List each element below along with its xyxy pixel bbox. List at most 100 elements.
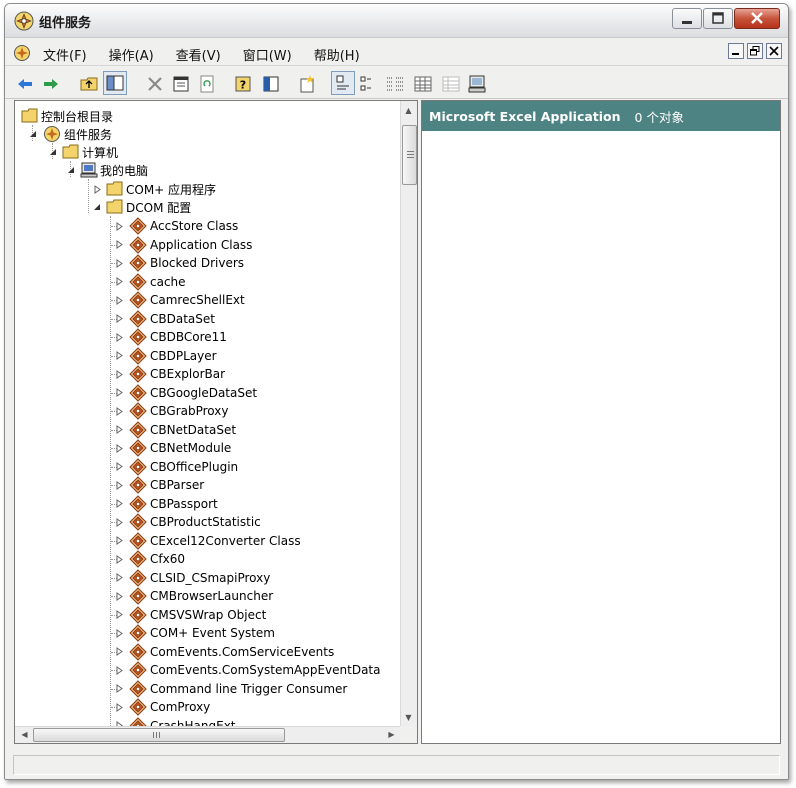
- expand-arrow-icon[interactable]: [93, 184, 102, 194]
- expand-arrow-icon[interactable]: [115, 332, 124, 342]
- expand-arrow-icon[interactable]: [115, 406, 124, 416]
- child-restore-button[interactable]: [747, 43, 763, 59]
- expand-arrow-icon[interactable]: [115, 536, 124, 545]
- menu-view[interactable]: 查看(V): [176, 45, 221, 64]
- expand-arrow-icon[interactable]: [115, 240, 124, 249]
- expand-arrow-icon[interactable]: [115, 221, 124, 231]
- dcom-item[interactable]: AccStore Class: [115, 217, 240, 235]
- expand-arrow-icon[interactable]: [115, 388, 124, 397]
- refresh-icon[interactable]: [197, 74, 217, 94]
- dcom-item[interactable]: CamrecShellExt: [115, 291, 247, 309]
- delete-icon[interactable]: [145, 74, 165, 94]
- expand-arrow-icon[interactable]: [115, 684, 124, 693]
- dcom-item[interactable]: Application Class: [115, 235, 254, 254]
- close-button[interactable]: [734, 8, 780, 29]
- expand-arrow-icon[interactable]: [115, 702, 124, 712]
- expand-arrow-icon[interactable]: [115, 554, 124, 564]
- dcom-item[interactable]: CBDPLayer: [115, 346, 219, 365]
- minimize-button[interactable]: [672, 8, 702, 29]
- scroll-left-arrow-icon[interactable]: ◀: [17, 727, 32, 742]
- maximize-button[interactable]: [703, 8, 733, 29]
- tree-item-computers[interactable]: 计算机: [49, 143, 120, 161]
- collapse-arrow-icon[interactable]: [29, 130, 38, 139]
- expand-arrow-icon[interactable]: [115, 591, 124, 601]
- collapse-arrow-icon[interactable]: [49, 148, 58, 157]
- expand-arrow-icon[interactable]: [115, 647, 124, 656]
- dcom-item[interactable]: CBNetDataSet: [115, 420, 238, 439]
- expand-arrow-icon[interactable]: [115, 499, 124, 508]
- expand-arrow-icon[interactable]: [115, 314, 124, 323]
- expand-arrow-icon[interactable]: [115, 517, 124, 527]
- detail-view-icon[interactable]: [413, 74, 433, 94]
- tree-item-root[interactable]: 控制台根目录: [21, 107, 115, 125]
- expand-arrow-icon[interactable]: [115, 425, 124, 434]
- back-arrow-icon[interactable]: [15, 74, 35, 94]
- menu-action[interactable]: 操作(A): [109, 45, 154, 64]
- expand-arrow-icon[interactable]: [115, 480, 124, 490]
- child-minimize-button[interactable]: [728, 43, 744, 59]
- large-icons-button[interactable]: [331, 71, 355, 95]
- tree-item-component-services[interactable]: 组件服务: [29, 125, 114, 143]
- computer-icon[interactable]: [467, 74, 487, 94]
- forward-arrow-icon[interactable]: [41, 74, 61, 94]
- small-icons-icon[interactable]: [359, 74, 379, 94]
- menu-help[interactable]: 帮助(H): [314, 45, 360, 64]
- expand-arrow-icon[interactable]: [115, 665, 124, 675]
- expand-arrow-icon[interactable]: [115, 462, 124, 471]
- new-icon[interactable]: [297, 74, 317, 94]
- horizontal-scroll-thumb[interactable]: [33, 728, 285, 742]
- scroll-up-arrow-icon[interactable]: ▲: [401, 103, 416, 118]
- expand-arrow-icon[interactable]: [115, 258, 124, 268]
- scroll-down-arrow-icon[interactable]: ▼: [401, 710, 416, 725]
- expand-arrow-icon[interactable]: [115, 277, 124, 286]
- details-pane[interactable]: Microsoft Excel Application 0 个对象: [421, 100, 781, 744]
- properties-icon[interactable]: [171, 74, 191, 94]
- dcom-item[interactable]: CBParser: [115, 476, 206, 494]
- dcom-item[interactable]: COM+ Event System: [115, 624, 277, 642]
- title-bar[interactable]: 组件服务: [5, 4, 788, 38]
- expand-arrow-icon[interactable]: [115, 295, 124, 305]
- dcom-item[interactable]: CBGoogleDataSet: [115, 383, 259, 402]
- scroll-right-arrow-icon[interactable]: ▶: [384, 727, 399, 742]
- tree-horizontal-scrollbar[interactable]: ◀ ▶: [15, 726, 401, 743]
- expand-arrow-icon[interactable]: [115, 369, 124, 379]
- dcom-item[interactable]: Blocked Drivers: [115, 254, 246, 272]
- dcom-item[interactable]: CBPassport: [115, 494, 220, 513]
- expand-arrow-icon[interactable]: [115, 610, 124, 619]
- dcom-item[interactable]: ComProxy: [115, 698, 212, 716]
- tree-item-com-apps[interactable]: COM+ 应用程序: [93, 180, 218, 198]
- menu-window[interactable]: 窗口(W): [243, 45, 292, 64]
- help-icon[interactable]: ?: [233, 74, 253, 94]
- vertical-scroll-thumb[interactable]: [402, 125, 417, 185]
- dcom-item[interactable]: cache: [115, 272, 188, 291]
- console-icon[interactable]: [13, 44, 31, 62]
- expand-arrow-icon[interactable]: [115, 573, 124, 582]
- up-folder-icon[interactable]: [79, 74, 99, 94]
- list-view-icon[interactable]: [385, 74, 405, 94]
- export-icon[interactable]: [261, 74, 281, 94]
- collapse-arrow-icon[interactable]: [93, 203, 102, 212]
- dcom-item[interactable]: CMBrowserLauncher: [115, 587, 275, 605]
- dcom-item[interactable]: CLSID_CSmapiProxy: [115, 568, 272, 587]
- dcom-item[interactable]: Command line Trigger Consumer: [115, 679, 349, 698]
- dcom-item[interactable]: ComEvents.ComServiceEvents: [115, 642, 336, 661]
- tree-vertical-scrollbar[interactable]: ▲ ▼: [400, 101, 417, 727]
- dcom-item[interactable]: CBDataSet: [115, 309, 217, 328]
- dcom-item[interactable]: CBGrabProxy: [115, 402, 230, 420]
- child-close-button[interactable]: [766, 43, 782, 59]
- expand-arrow-icon[interactable]: [115, 628, 124, 638]
- dcom-item[interactable]: ComEvents.ComSystemAppEventData: [115, 661, 382, 679]
- tree-item-my-computer[interactable]: 我的电脑: [67, 161, 150, 179]
- menu-file[interactable]: 文件(F): [43, 45, 87, 64]
- dcom-item[interactable]: CBProductStatistic: [115, 513, 263, 531]
- dcom-item[interactable]: CBDBCore11: [115, 328, 229, 346]
- dcom-item[interactable]: Cfx60: [115, 550, 187, 568]
- dcom-item[interactable]: CExcel12Converter Class: [115, 531, 303, 550]
- collapse-arrow-icon[interactable]: [67, 166, 76, 175]
- dcom-item[interactable]: CBOfficePlugin: [115, 457, 240, 476]
- tree-item-dcom-config[interactable]: DCOM 配置: [93, 198, 193, 216]
- dcom-item[interactable]: CMSVSWrap Object: [115, 605, 268, 624]
- dcom-item[interactable]: CBNetModule: [115, 439, 233, 457]
- show-hide-tree-button[interactable]: [103, 71, 127, 95]
- expand-arrow-icon[interactable]: [115, 351, 124, 360]
